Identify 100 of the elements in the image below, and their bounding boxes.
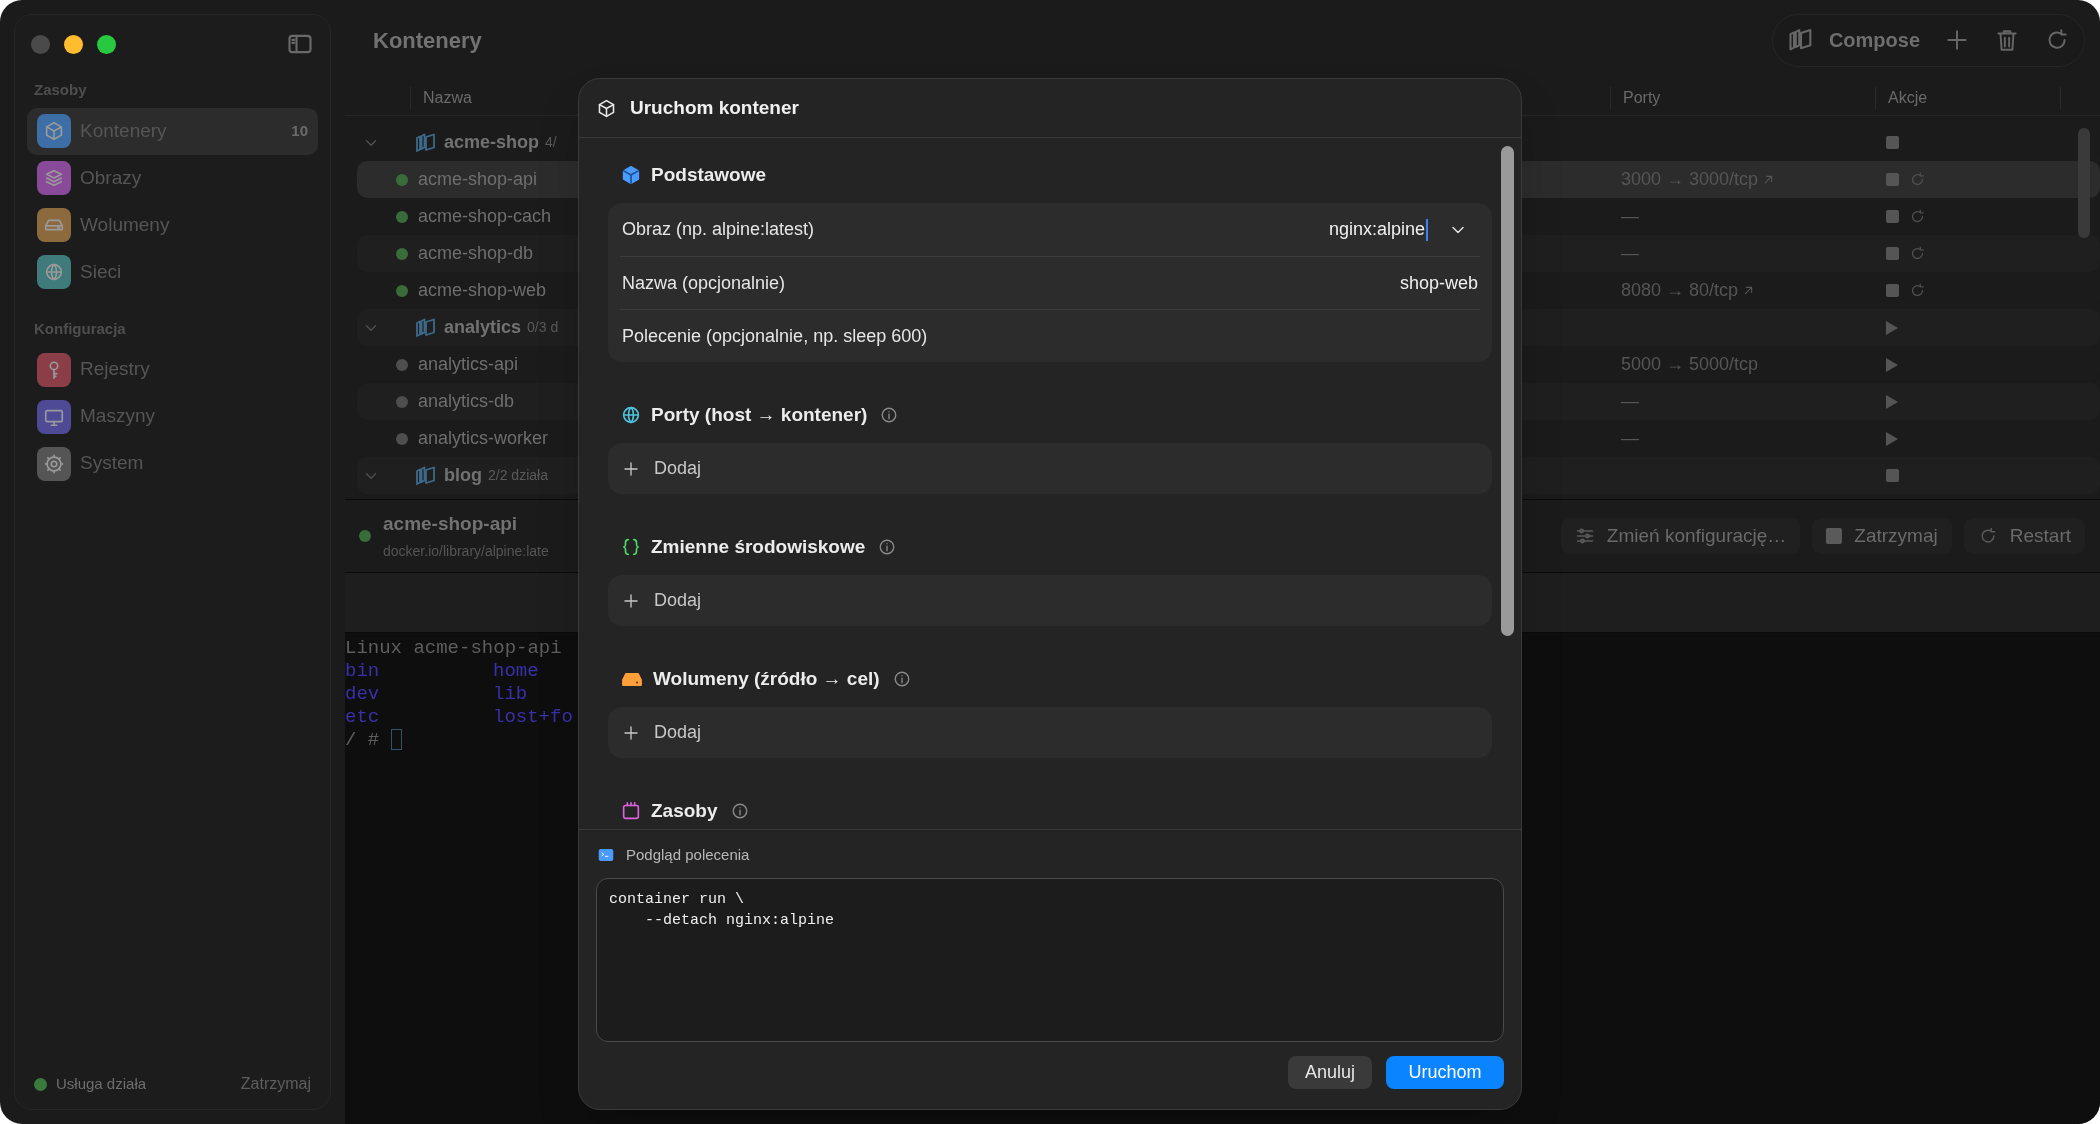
group-name: analytics — [444, 316, 522, 339]
ports-text: 5000 → 5000/tcp — [1621, 353, 1759, 376]
play-icon[interactable] — [1886, 394, 1898, 409]
field-label: Nazwa (opcjonalnie) — [622, 271, 787, 295]
item-label: Rejestry — [80, 357, 151, 382]
plus-icon — [622, 459, 640, 478]
toolbar-button[interactable]: Restart — [1963, 518, 2085, 554]
toolbar-button[interactable]: Zmień konfigurację… — [1560, 518, 1801, 554]
stop-icon[interactable] — [1886, 173, 1899, 186]
image-name: docker.io/library/alpine:late — [383, 542, 549, 562]
info-icon[interactable] — [892, 670, 911, 688]
section-title: Porty (host → kontener) — [651, 402, 868, 427]
container-name: acme-shop-api — [383, 511, 518, 536]
container-name: acme-shop-db — [418, 242, 534, 265]
run-button[interactable]: Uruchom — [1386, 1056, 1504, 1089]
dialog-title: Uruchom kontener — [630, 95, 799, 120]
section-title: Zmienne środowiskowe — [651, 534, 866, 559]
text-field[interactable]: Obraz (np. alpine:latest) nginx:alpine — [620, 203, 1480, 256]
directory-name: lost+fo — [493, 706, 573, 729]
info-icon[interactable] — [880, 406, 899, 424]
field-label: Obraz (np. alpine:latest) — [622, 218, 816, 241]
text-field[interactable]: Nazwa (opcjonalnie) shop-web — [620, 256, 1480, 309]
directory-name: dev — [345, 683, 381, 706]
field-value: shop-web — [1399, 271, 1478, 295]
column-header[interactable]: Akcje — [1875, 86, 2060, 109]
globe-icon — [620, 404, 642, 426]
terminal-prompt: / # — [345, 729, 380, 752]
stop-icon[interactable] — [1886, 210, 1899, 223]
field-value: nginx:alpine — [1328, 218, 1425, 241]
stop-icon[interactable] — [1886, 284, 1899, 297]
column-header[interactable]: Porty — [1610, 86, 1875, 109]
ports-text: — — [1621, 205, 1639, 228]
restart-icon[interactable] — [1909, 208, 1926, 225]
group-count: 4/ — [545, 133, 557, 152]
item-label: Sieci — [80, 259, 123, 284]
terminal-cursor — [391, 729, 403, 750]
group-name: acme-shop — [444, 131, 540, 154]
terminal-line: Linux acme-shop-api — [345, 637, 562, 660]
item-label: Obrazy — [80, 165, 143, 190]
container-name: acme-shop-cach — [418, 205, 552, 228]
toolbar-button[interactable]: Zatrzymaj — [1812, 518, 1952, 554]
container-name: analytics-worker — [418, 427, 549, 450]
ports-text: — — [1621, 242, 1639, 265]
group-count: 2/2 działa — [488, 466, 548, 485]
stop-icon[interactable] — [1886, 247, 1899, 260]
add-button[interactable]: Dodaj — [608, 575, 1492, 626]
cube-icon — [620, 164, 642, 186]
layers-icon — [43, 167, 65, 189]
chip-icon — [620, 800, 642, 822]
item-label: Wolumeny — [80, 212, 171, 237]
group-count: 0/3 d — [527, 318, 559, 337]
window-minimize-button[interactable] — [64, 34, 83, 54]
directory-name: bin — [345, 660, 381, 683]
container-name: analytics-api — [418, 353, 519, 376]
item-label: System — [80, 451, 145, 476]
window-zoom-button[interactable] — [97, 34, 116, 54]
item-label: Maszyny — [80, 404, 156, 429]
scrollbar-thumb[interactable] — [1501, 146, 1514, 636]
globe-icon — [43, 261, 65, 283]
stop-icon[interactable] — [1886, 469, 1899, 482]
add-button[interactable]: Dodaj — [608, 443, 1492, 494]
braces-icon — [620, 536, 642, 558]
command-preview: container run \ --detach nginx:alpine — [596, 878, 1504, 1042]
section-title: Podstawowe — [651, 162, 767, 187]
item-count: 10 — [291, 120, 308, 141]
directory-name: home — [493, 660, 539, 683]
stop-icon — [1826, 528, 1843, 544]
add-button[interactable]: Dodaj — [608, 707, 1492, 758]
plus-icon — [622, 591, 640, 610]
plus-icon — [622, 723, 640, 742]
section-title: Wolumeny (źródło → cel) — [653, 666, 880, 691]
ports-text: — — [1621, 390, 1639, 413]
play-icon[interactable] — [1886, 357, 1898, 372]
terminal-icon — [596, 847, 616, 863]
info-icon[interactable] — [730, 802, 749, 820]
cube-icon — [596, 97, 617, 119]
restart-icon[interactable] — [1909, 282, 1926, 299]
preview-label: Podgląd polecenia — [626, 844, 750, 865]
sliders-icon — [1574, 526, 1595, 546]
restart-icon[interactable] — [1909, 245, 1926, 262]
text-field[interactable]: Polecenie (opcjonalnie, np. sleep 600) — [620, 309, 1480, 362]
container-name: analytics-db — [418, 390, 515, 413]
info-icon[interactable] — [878, 538, 897, 556]
trash-icon[interactable] — [1994, 27, 2020, 53]
cancel-button[interactable]: Anuluj — [1287, 1056, 1372, 1089]
play-icon[interactable] — [1886, 431, 1898, 446]
field-label: Polecenie (opcjonalnie, np. sleep 600) — [622, 324, 929, 348]
gear-icon — [43, 452, 65, 475]
group-name: blog — [444, 464, 482, 487]
stop-service-link[interactable]: Zatrzymaj — [240, 1072, 311, 1096]
container-name: acme-shop-api — [418, 168, 538, 191]
window-close-button[interactable] — [31, 34, 50, 54]
directory-name: etc — [345, 706, 381, 729]
compose-button[interactable]: Compose — [1786, 25, 1920, 55]
ports-text: 8080 → 80/tcp — [1621, 279, 1739, 302]
restart-icon[interactable] — [1909, 171, 1926, 188]
stop-icon[interactable] — [1886, 136, 1899, 149]
cube-icon — [43, 120, 65, 142]
play-icon[interactable] — [1886, 320, 1898, 335]
scrollbar-thumb[interactable] — [2078, 128, 2090, 238]
